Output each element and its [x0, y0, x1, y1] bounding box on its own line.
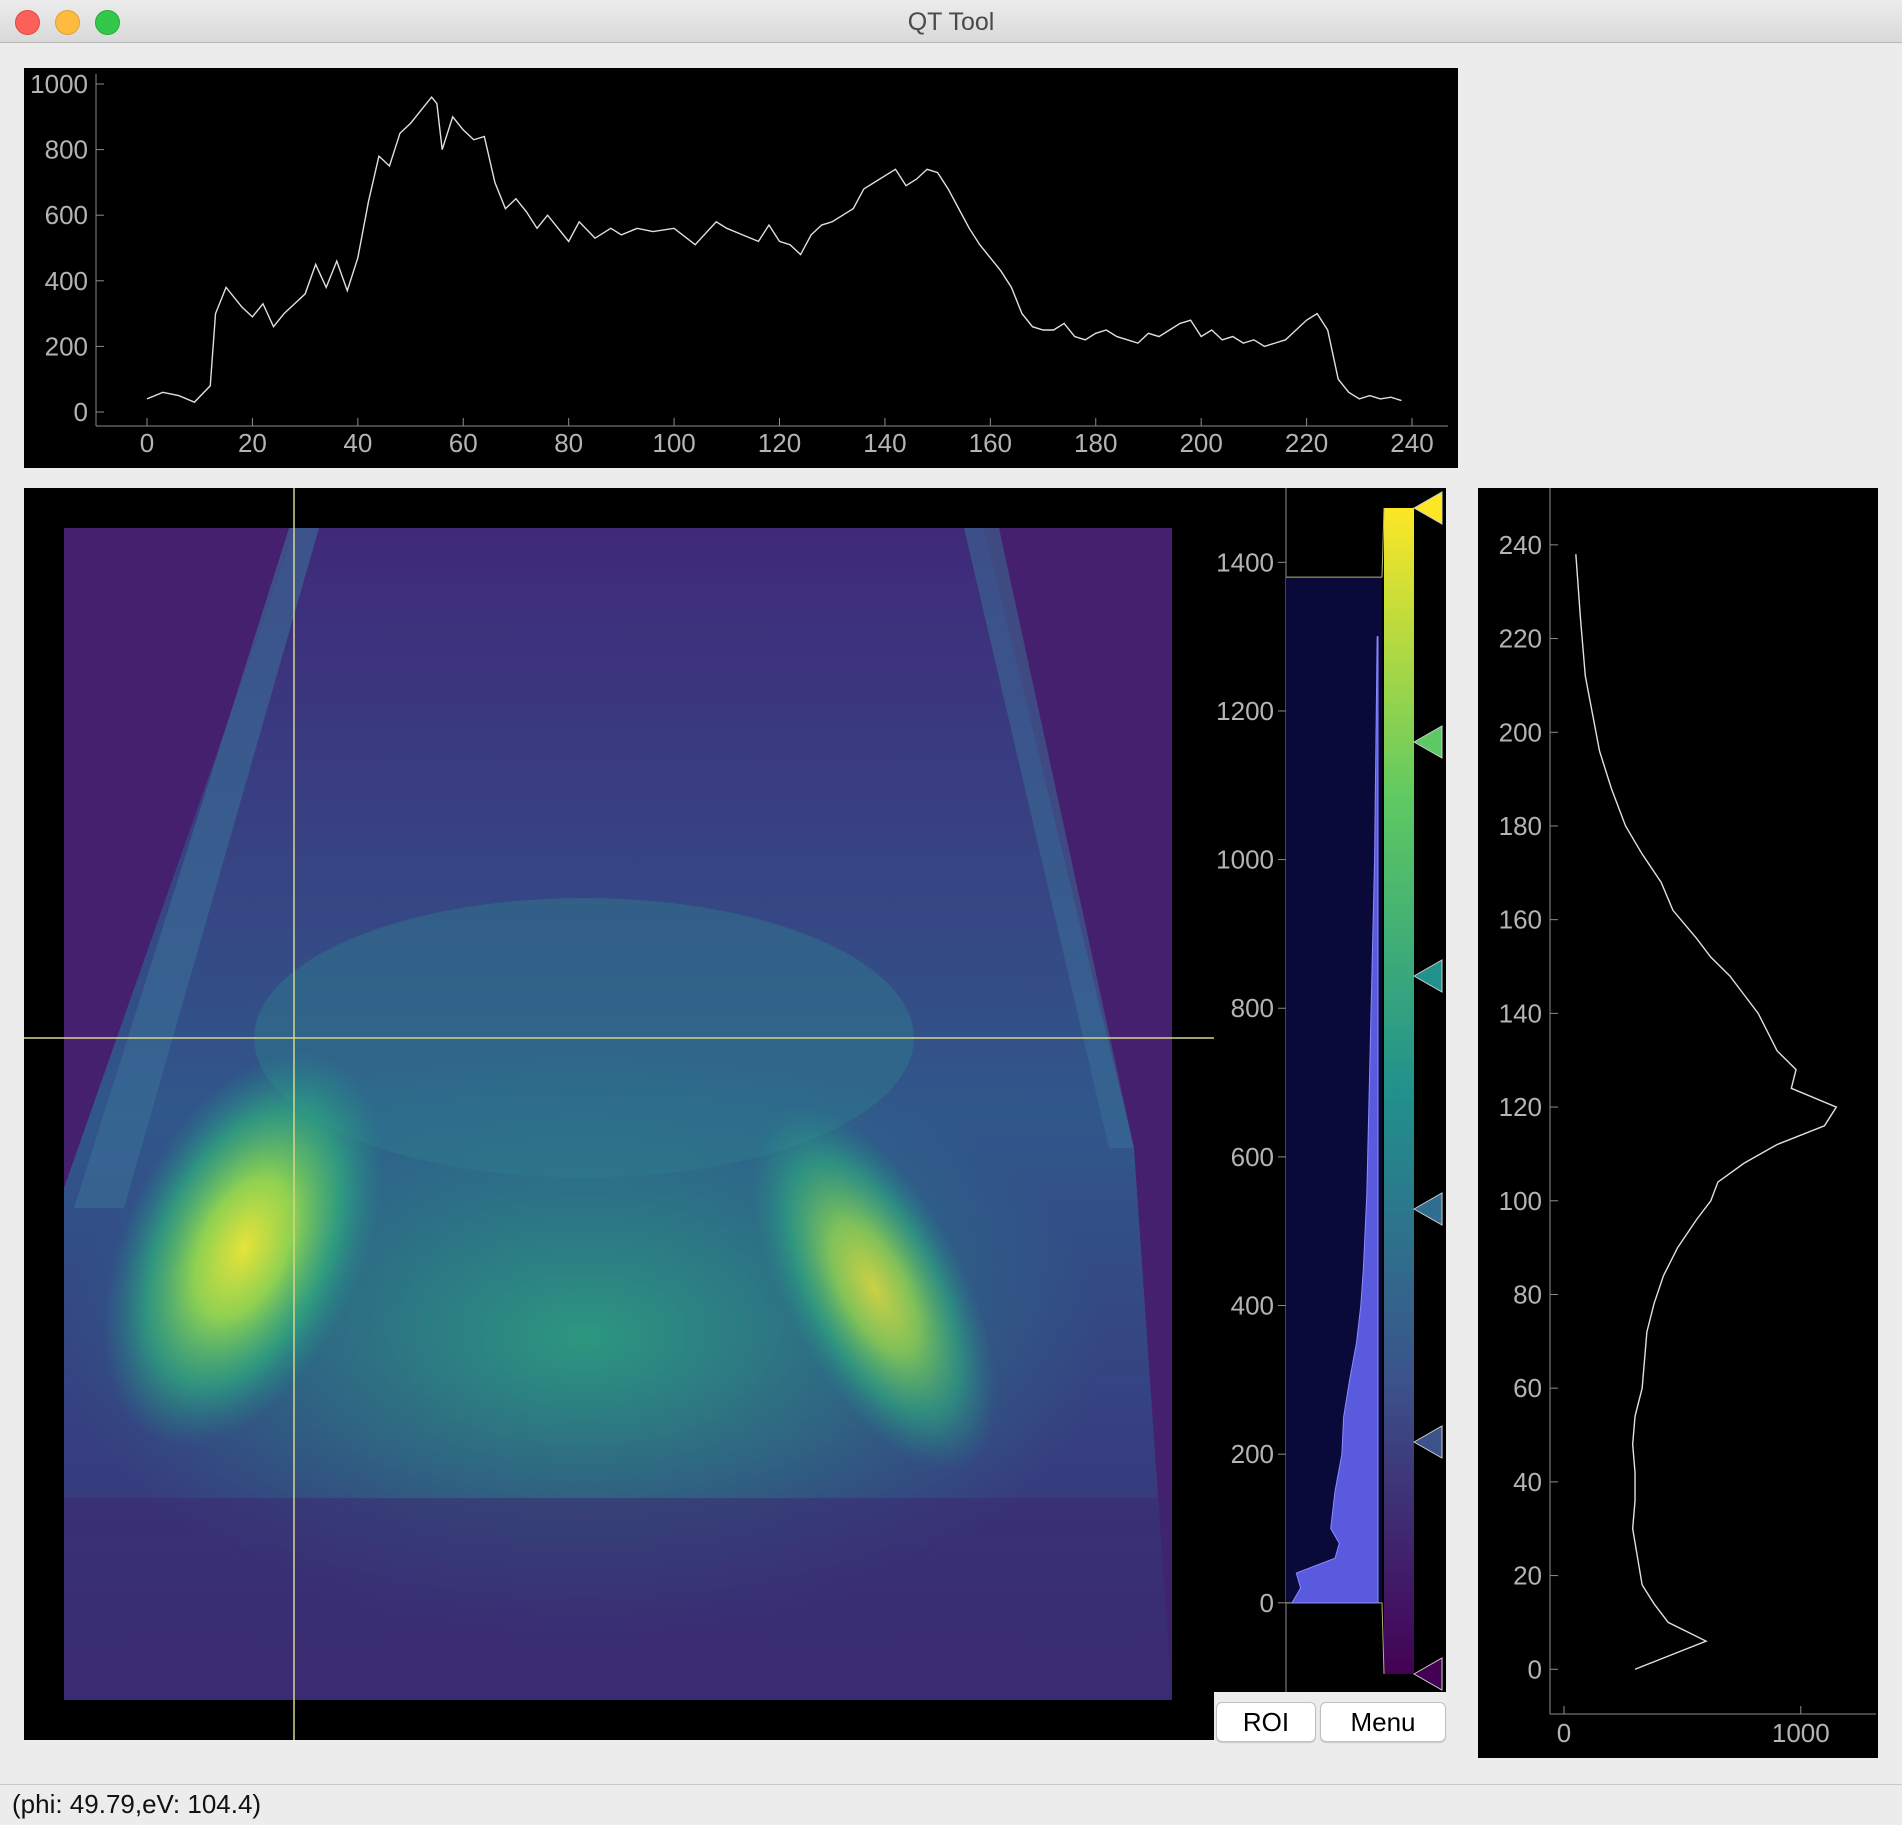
side-y-tick-label: 100	[1499, 1186, 1542, 1216]
top-x-tick-label: 200	[1179, 428, 1222, 458]
histogram-y-tick-label: 1000	[1216, 845, 1274, 875]
top-x-tick-label: 80	[554, 428, 583, 458]
menu-button[interactable]: Menu	[1320, 1702, 1446, 1742]
top-x-tick-label: 40	[343, 428, 372, 458]
top-x-tick-label: 220	[1285, 428, 1328, 458]
top-profile-svg: 0 200 400 600 800 1000 0 20 40 60 80 100 120 140 160 18…	[30, 69, 1448, 458]
top-y-tick-label: 200	[45, 331, 88, 361]
histogram-y-tick-label: 200	[1231, 1439, 1274, 1469]
side-y-tick-label: 180	[1499, 811, 1542, 841]
side-y-tick-label: 60	[1513, 1373, 1542, 1403]
status-bar: (phi: 49.79,eV: 104.4)	[0, 1784, 1902, 1825]
top-profile-series-line	[146, 96, 1402, 403]
gradient-handle-triangle-marker-icon[interactable]	[1412, 1425, 1443, 1459]
title-bar: QT Tool	[0, 0, 1902, 43]
top-y-tick-label: 1000	[30, 69, 88, 99]
top-y-tick-label: 400	[45, 266, 88, 296]
top-x-tick-label: 240	[1390, 428, 1433, 458]
side-y-tick-label: 160	[1499, 905, 1542, 935]
side-y-tick-label: 140	[1499, 998, 1542, 1028]
top-x-tick-label: 0	[140, 428, 154, 458]
histogram-svg: 0 200 400 600 800 1000 1200 1400	[1216, 488, 1443, 1692]
side-y-tick-label: 240	[1499, 530, 1542, 560]
side-profile-series-line	[1575, 554, 1838, 1670]
gradient-handle-triangle-marker-icon[interactable]	[1412, 959, 1443, 993]
histogram-y-tick-label: 600	[1231, 1142, 1274, 1172]
histogram-y-tick-label: 1400	[1216, 547, 1274, 577]
image-lower-dark-region	[64, 1498, 1172, 1700]
roi-button[interactable]: ROI	[1216, 1702, 1316, 1742]
top-x-tick-label: 60	[449, 428, 478, 458]
side-profile-plot[interactable]: 0 20 40 60 80 100 120 140 160 180 200 220 240 0 1000	[1478, 488, 1878, 1758]
side-y-tick-label: 40	[1513, 1467, 1542, 1497]
side-x-tick-label: 1000	[1772, 1718, 1830, 1748]
histogram-lut-panel[interactable]: 0 200 400 600 800 1000 1200 1400	[1214, 488, 1446, 1692]
status-coordinates: (phi: 49.79,eV: 104.4)	[12, 1789, 262, 1819]
gradient-connector-top	[1381, 507, 1385, 578]
gradient-handle-triangle-marker-icon[interactable]	[1412, 491, 1443, 525]
side-y-tick-label: 120	[1499, 1092, 1542, 1122]
top-y-tick-label: 800	[45, 135, 88, 165]
top-x-tick-label: 180	[1074, 428, 1117, 458]
image-view[interactable]	[24, 488, 1214, 1740]
window-title: QT Tool	[907, 8, 995, 36]
side-y-tick-label: 200	[1499, 717, 1542, 747]
gradient-handle-triangle-marker-icon[interactable]	[1412, 725, 1443, 759]
side-y-tick-label: 220	[1499, 624, 1542, 654]
side-x-tick-label: 0	[1557, 1718, 1571, 1748]
colormap-gradient-bar	[1384, 508, 1414, 1674]
top-y-tick-label: 600	[45, 200, 88, 230]
gradient-connector-bottom	[1381, 1602, 1385, 1675]
top-y-tick-label: 0	[74, 397, 88, 427]
histogram-y-tick-label: 1200	[1216, 696, 1274, 726]
side-y-tick-label: 20	[1513, 1561, 1542, 1591]
side-y-tick-label: 0	[1528, 1654, 1542, 1684]
top-profile-plot[interactable]: 0 200 400 600 800 1000 0 20 40 60 80 100 120 140 160 18…	[24, 68, 1458, 468]
histogram-y-tick-label: 400	[1231, 1291, 1274, 1321]
image-svg	[24, 488, 1214, 1740]
top-x-tick-label: 100	[652, 428, 695, 458]
top-x-tick-label: 120	[758, 428, 801, 458]
side-profile-svg: 0 20 40 60 80 100 120 140 160 180 200 220 240 0 1000	[1499, 488, 1876, 1748]
histogram-y-tick-label: 0	[1260, 1588, 1274, 1618]
top-x-tick-label: 140	[863, 428, 906, 458]
gradient-handle-triangle-marker-icon[interactable]	[1412, 1192, 1443, 1226]
gradient-handle-triangle-marker-icon[interactable]	[1412, 1657, 1443, 1691]
side-y-tick-label: 80	[1513, 1279, 1542, 1309]
top-x-tick-label: 160	[969, 428, 1012, 458]
histogram-y-tick-label: 800	[1231, 993, 1274, 1023]
top-x-tick-label: 20	[238, 428, 267, 458]
